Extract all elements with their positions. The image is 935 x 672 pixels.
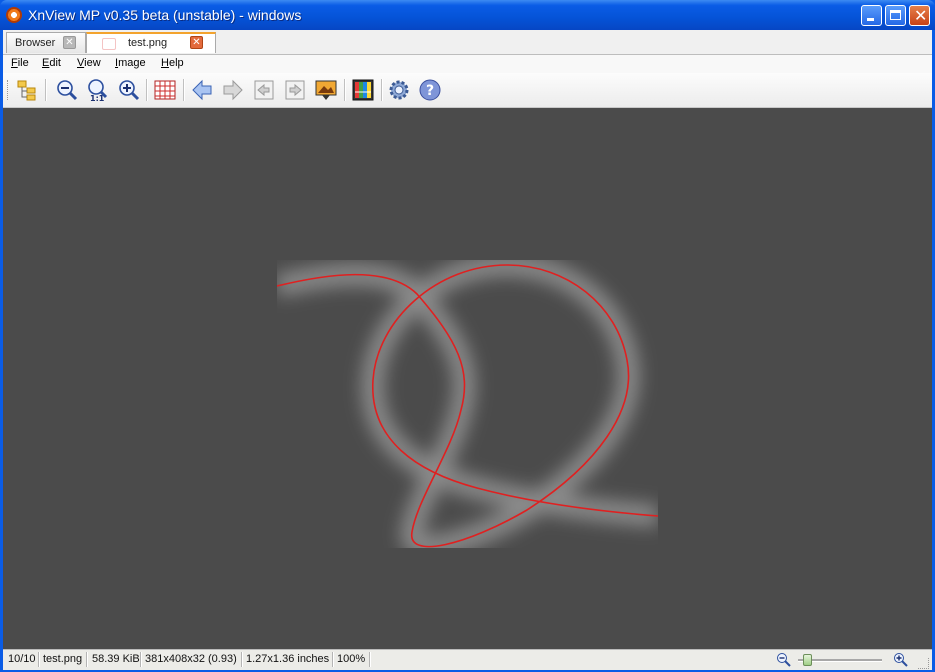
status-separator bbox=[38, 652, 40, 667]
svg-text:?: ? bbox=[426, 83, 434, 99]
menu-edit[interactable]: Edit bbox=[42, 57, 61, 69]
menu-mnemonic: H bbox=[161, 57, 169, 69]
slideshow-icon[interactable] bbox=[314, 78, 338, 102]
settings-gear-icon[interactable] bbox=[387, 78, 411, 102]
zoom-actual-icon[interactable]: 1:1 bbox=[86, 78, 110, 102]
app-window: XnView MP v0.35 beta (unstable) - window… bbox=[0, 0, 935, 672]
zoom-in-icon[interactable] bbox=[117, 78, 141, 102]
tab-test-png[interactable]: test.png ✕ bbox=[86, 32, 216, 53]
resize-grip[interactable] bbox=[918, 658, 929, 669]
menu-mnemonic: F bbox=[11, 57, 18, 69]
status-filename: test.png bbox=[43, 653, 83, 665]
status-filesize: 58.39 KiB bbox=[92, 653, 140, 665]
grid-icon[interactable] bbox=[153, 78, 177, 102]
image-file-icon bbox=[102, 38, 116, 50]
tab-close-icon[interactable]: ✕ bbox=[190, 36, 203, 49]
zoom-actual-label: 1:1 bbox=[90, 94, 105, 102]
menu-label: dit bbox=[49, 57, 61, 69]
toolbar-separator bbox=[344, 79, 346, 101]
menu-help[interactable]: Help bbox=[161, 57, 184, 69]
menu-label: iew bbox=[84, 57, 101, 69]
menu-label: ile bbox=[17, 57, 29, 69]
color-adjust-icon[interactable] bbox=[351, 78, 375, 102]
window-title: XnView MP v0.35 beta (unstable) - window… bbox=[28, 7, 302, 23]
zoom-out-small-icon[interactable] bbox=[776, 652, 792, 668]
zoom-in-small-icon[interactable] bbox=[893, 652, 909, 668]
zoom-out-icon[interactable] bbox=[55, 78, 79, 102]
tab-close-icon[interactable]: ✕ bbox=[63, 36, 76, 49]
menu-label: elp bbox=[168, 57, 184, 69]
toolbar-separator bbox=[381, 79, 383, 101]
help-icon[interactable]: ? bbox=[418, 78, 442, 102]
status-separator bbox=[140, 652, 142, 667]
zoom-slider-handle[interactable] bbox=[803, 654, 812, 666]
toolbar-separator bbox=[45, 79, 47, 101]
menu-image[interactable]: Image bbox=[115, 57, 146, 69]
last-image-icon[interactable] bbox=[283, 78, 307, 102]
folder-tree-icon[interactable] bbox=[15, 78, 39, 102]
maximize-button[interactable] bbox=[885, 5, 906, 26]
tab-bar: Browser ✕ test.png ✕ bbox=[3, 30, 932, 55]
status-print-size: 1.27x1.36 inches bbox=[246, 653, 330, 665]
minimize-icon bbox=[867, 18, 874, 21]
toolbar-grip[interactable] bbox=[7, 80, 11, 100]
status-bar: 10/10 test.png 58.39 KiB 381x408x32 (0.9… bbox=[3, 649, 932, 670]
menu-file[interactable]: File bbox=[11, 57, 29, 69]
title-bar[interactable]: XnView MP v0.35 beta (unstable) - window… bbox=[0, 0, 935, 30]
menu-label: mage bbox=[118, 57, 146, 69]
toolbar-separator bbox=[146, 79, 148, 101]
first-image-icon[interactable] bbox=[252, 78, 276, 102]
status-separator bbox=[241, 652, 243, 667]
displayed-image bbox=[277, 260, 658, 548]
menu-view[interactable]: View bbox=[77, 57, 101, 69]
status-separator bbox=[369, 652, 371, 667]
maximize-icon bbox=[890, 10, 901, 20]
toolbar: 1:1 ? bbox=[3, 73, 932, 108]
close-window-button[interactable]: ✕ bbox=[909, 5, 930, 26]
status-zoom: 100% bbox=[337, 653, 366, 665]
status-separator bbox=[86, 652, 88, 667]
xnview-logo-icon[interactable] bbox=[6, 7, 22, 23]
tab-label: test.png bbox=[128, 37, 168, 49]
arrow-left-icon[interactable] bbox=[190, 78, 214, 102]
client-area: Browser ✕ test.png ✕ File Edit View Imag… bbox=[3, 30, 932, 670]
arrow-right-icon[interactable] bbox=[221, 78, 245, 102]
minimize-button[interactable] bbox=[861, 5, 882, 26]
status-dimensions: 381x408x32 (0.93) bbox=[145, 653, 237, 665]
close-icon: ✕ bbox=[914, 6, 928, 25]
tab-label: Browser bbox=[15, 37, 56, 49]
status-separator bbox=[332, 652, 334, 667]
image-viewer[interactable] bbox=[3, 108, 932, 649]
status-image-index: 10/10 bbox=[8, 653, 36, 665]
toolbar-separator bbox=[183, 79, 185, 101]
tab-browser[interactable]: Browser ✕ bbox=[6, 32, 86, 53]
menu-bar: File Edit View Image Help bbox=[3, 55, 932, 73]
